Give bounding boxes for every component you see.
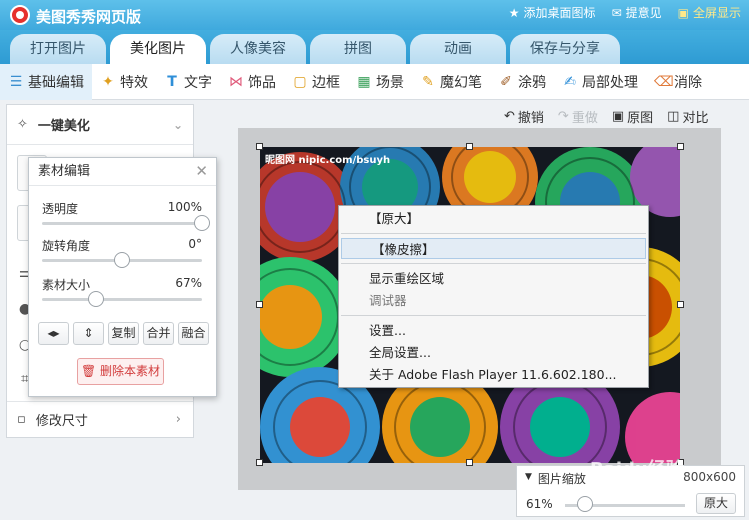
add-desktop-link[interactable]: ★ 添加桌面图标	[509, 4, 596, 21]
redo-button[interactable]: ↷ 重做	[558, 107, 598, 126]
resize-row[interactable]: ▫ 修改尺寸 ›	[7, 401, 193, 437]
chevron-right-icon: ›	[175, 412, 181, 427]
material-edit-dialog: 素材编辑 ✕ 透明度 100% 旋转角度 0° 素材大小 67% ◂▸ ⇕ 复制…	[28, 157, 217, 397]
menu-item-eraser[interactable]: 【橡皮擦】	[341, 238, 646, 259]
text-icon: T	[167, 73, 177, 90]
tab-collage[interactable]: 拼图	[310, 34, 406, 64]
opacity-track[interactable]	[42, 222, 202, 225]
eraser-icon: ⌫	[654, 73, 674, 90]
delete-material-button[interactable]: 🗑 删除本素材	[77, 358, 164, 385]
tool-magic-pen[interactable]: ✎ 魔幻笔	[412, 64, 490, 100]
zoom-slider-thumb[interactable]	[577, 496, 593, 512]
chevron-down-icon: ⌄	[172, 117, 183, 132]
menu-item-global-settings[interactable]: 全局设置...	[339, 342, 648, 363]
history-bar: ↶ 撤销 ↷ 重做 ▣ 原图 ◫ 对比	[504, 104, 744, 128]
menu-separator	[341, 315, 646, 316]
tab-portrait[interactable]: 人像美容	[210, 34, 306, 64]
size-track[interactable]	[42, 298, 202, 301]
edit-toolbar: ☰ 基础编辑 ✦ 特效 T 文字 ⋈ 饰品 ▢ 边框 ▦ 场景 ✎ 魔幻笔 ✐ 涂鸦 ✍ 局部处理…	[0, 63, 749, 100]
photo-watermark: 昵图网 nipic.com/bsuyh	[265, 155, 391, 166]
flash-context-menu: 【原大】 【橡皮擦】 显示重绘区域 调试器 设置... 全局设置... 关于 A…	[338, 205, 649, 388]
baidu-watermark: Baidu经验 jingyan.baidu.com	[590, 459, 693, 492]
menu-separator	[341, 263, 646, 264]
undo-icon: ↶	[504, 108, 515, 124]
local-brush-icon: ✍	[564, 73, 576, 90]
flip-vertical-icon: ⇕	[83, 326, 94, 340]
menu-item-show-redraw[interactable]: 显示重绘区域	[339, 268, 648, 289]
top-links: ★ 添加桌面图标 ✉ 提意见 ▣ 全屏显示	[509, 4, 741, 21]
caret-down-icon: ▼	[525, 472, 532, 482]
star-icon: ★	[508, 5, 520, 20]
resize-handle-l[interactable]	[256, 301, 263, 308]
chat-icon: ✉	[611, 5, 622, 20]
menu-item-settings[interactable]: 设置...	[339, 320, 648, 341]
bow-icon: ⋈	[229, 73, 243, 90]
frame-icon: ▢	[293, 73, 307, 90]
tool-accessories[interactable]: ⋈ 饰品	[220, 64, 284, 100]
flip-horizontal-icon: ◂▸	[47, 326, 60, 340]
tool-scene[interactable]: ▦ 场景	[348, 64, 412, 100]
tool-frame[interactable]: ▢ 边框	[284, 64, 348, 100]
trash-icon: 🗑	[80, 364, 97, 378]
tool-basic-edit[interactable]: ☰ 基础编辑	[0, 63, 92, 100]
menu-item-original-size[interactable]: 【原大】	[339, 208, 648, 229]
tab-beautify[interactable]: 美化图片	[110, 34, 206, 64]
resize-handle-t[interactable]	[466, 143, 473, 150]
original-icon: ▣	[611, 108, 625, 124]
main-tabs: 打开图片 美化图片 人像美容 拼图 动画 保存与分享	[0, 30, 749, 64]
compare-icon: ◫	[667, 108, 680, 124]
tool-graffiti[interactable]: ✐ 涂鸦	[490, 64, 554, 100]
undo-button[interactable]: ↶ 撤销	[504, 107, 544, 126]
feedback-link[interactable]: ✉ 提意见	[612, 4, 662, 21]
brush-icon: ✐	[500, 73, 512, 90]
menu-separator	[341, 233, 646, 234]
fullscreen-icon: ▣	[677, 5, 689, 20]
resize-icon: ▫	[17, 412, 26, 427]
flip-vertical-button[interactable]: ⇕	[73, 322, 104, 345]
one-click-beautify[interactable]: ✧ 一键美化 ⌄	[7, 105, 193, 145]
resize-handle-tr[interactable]	[677, 143, 684, 150]
blend-button[interactable]: 融合	[178, 322, 209, 345]
resize-handle-bl[interactable]	[256, 459, 263, 466]
flip-horizontal-button[interactable]: ◂▸	[38, 322, 69, 345]
tab-animation[interactable]: 动画	[410, 34, 506, 64]
app-title: 美图秀秀网页版	[36, 8, 142, 26]
size-slider-thumb[interactable]	[88, 291, 104, 307]
magic-wand-icon: ✦	[102, 73, 114, 90]
resize-handle-tl[interactable]	[256, 143, 263, 150]
zoom-percent: 61%	[526, 497, 553, 511]
tab-open[interactable]: 打开图片	[10, 34, 106, 64]
merge-button[interactable]: 合并	[143, 322, 174, 345]
rotation-slider-thumb[interactable]	[114, 252, 130, 268]
tool-effects[interactable]: ✦ 特效	[92, 64, 156, 100]
resize-handle-r[interactable]	[677, 301, 684, 308]
app-logo-icon	[10, 5, 30, 25]
zoom-header[interactable]: ▼ 图片缩放	[525, 470, 586, 487]
tab-save-share[interactable]: 保存与分享	[510, 34, 620, 64]
compare-button[interactable]: ◫ 对比	[667, 107, 708, 126]
title-bar: 美图秀秀网页版 ★ 添加桌面图标 ✉ 提意见 ▣ 全屏显示	[0, 0, 749, 30]
dialog-buttons: ◂▸ ⇕ 复制 合并 融合	[38, 322, 209, 345]
tool-erase[interactable]: ⌫ 消除	[646, 64, 710, 100]
original-button[interactable]: ▣ 原图	[612, 107, 653, 126]
dialog-title: 素材编辑	[29, 158, 216, 186]
copy-button[interactable]: 复制	[108, 322, 139, 345]
resize-handle-b[interactable]	[466, 459, 473, 466]
menu-item-about-flash[interactable]: 关于 Adobe Flash Player 11.6.602.180...	[339, 364, 648, 385]
tool-local-process[interactable]: ✍ 局部处理	[554, 64, 646, 100]
magic-icon: ✧	[17, 117, 28, 132]
pen-icon: ✎	[422, 73, 434, 90]
close-icon[interactable]: ✕	[195, 162, 208, 180]
landscape-icon: ▦	[357, 73, 371, 90]
sliders-icon: ☰	[9, 73, 23, 90]
fullscreen-link[interactable]: ▣ 全屏显示	[678, 4, 741, 21]
original-size-button[interactable]: 原大	[696, 493, 736, 514]
tool-text[interactable]: T 文字	[156, 64, 220, 100]
menu-item-debugger: 调试器	[369, 293, 407, 308]
redo-icon: ↷	[557, 108, 569, 124]
opacity-slider-thumb[interactable]	[194, 215, 210, 231]
